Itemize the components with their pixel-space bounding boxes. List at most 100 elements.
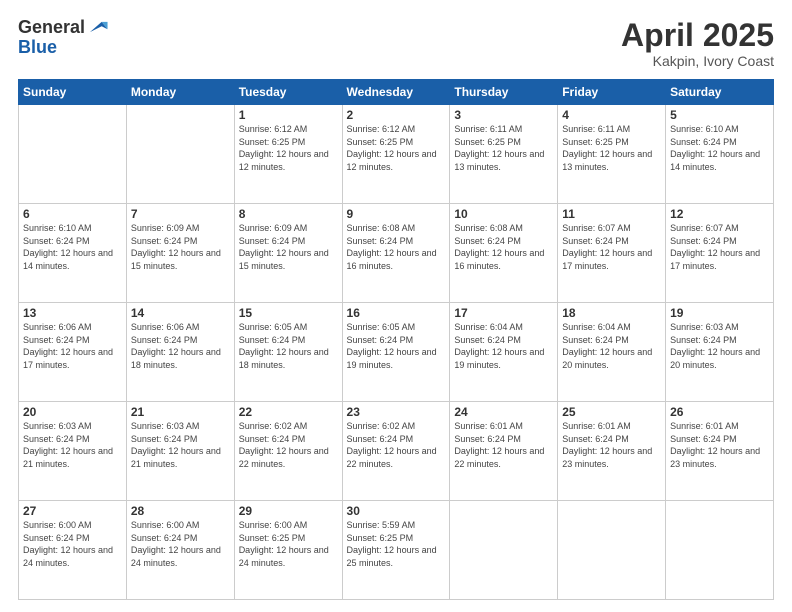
table-row: 18Sunrise: 6:04 AMSunset: 6:24 PMDayligh… <box>558 303 666 402</box>
day-info: Sunrise: 6:11 AMSunset: 6:25 PMDaylight:… <box>454 123 553 173</box>
day-info: Sunrise: 6:08 AMSunset: 6:24 PMDaylight:… <box>454 222 553 272</box>
day-info: Sunrise: 6:12 AMSunset: 6:25 PMDaylight:… <box>347 123 446 173</box>
day-info: Sunrise: 6:07 AMSunset: 6:24 PMDaylight:… <box>670 222 769 272</box>
logo-text: General Blue <box>18 18 109 58</box>
table-row: 3Sunrise: 6:11 AMSunset: 6:25 PMDaylight… <box>450 105 558 204</box>
day-info: Sunrise: 5:59 AMSunset: 6:25 PMDaylight:… <box>347 519 446 569</box>
day-info: Sunrise: 6:10 AMSunset: 6:24 PMDaylight:… <box>670 123 769 173</box>
day-number: 29 <box>239 504 338 518</box>
calendar-week-3: 20 Sunrise: 6:03 AMSunset: 6:24 PMDayligh… <box>19 402 774 501</box>
logo-general: General <box>18 18 85 38</box>
table-row: 12Sunrise: 6:07 AMSunset: 6:24 PMDayligh… <box>666 204 774 303</box>
table-row: 29Sunrise: 6:00 AMSunset: 6:25 PMDayligh… <box>234 501 342 600</box>
day-info: Sunrise: 6:03 AMSunset: 6:24 PMDaylight:… <box>131 420 230 470</box>
table-row: 14Sunrise: 6:06 AMSunset: 6:24 PMDayligh… <box>126 303 234 402</box>
table-row: 20Sunrise: 6:03 AMSunset: 6:24 PMDayligh… <box>19 402 127 501</box>
table-row: 25Sunrise: 6:01 AMSunset: 6:24 PMDayligh… <box>558 402 666 501</box>
day-number: 15 <box>239 306 338 320</box>
calendar-table: Sunday Monday Tuesday Wednesday Thursday… <box>18 79 774 600</box>
day-info: Sunrise: 6:00 AMSunset: 6:24 PMDaylight:… <box>23 519 122 569</box>
table-row: 23Sunrise: 6:02 AMSunset: 6:24 PMDayligh… <box>342 402 450 501</box>
day-info: Sunrise: 6:00 AMSunset: 6:24 PMDaylight:… <box>131 519 230 569</box>
table-row <box>666 501 774 600</box>
day-info: Sunrise: 6:05 AMSunset: 6:24 PMDaylight:… <box>239 321 338 371</box>
day-number: 23 <box>347 405 446 419</box>
table-row: 7Sunrise: 6:09 AMSunset: 6:24 PMDaylight… <box>126 204 234 303</box>
table-row: 24Sunrise: 6:01 AMSunset: 6:24 PMDayligh… <box>450 402 558 501</box>
day-number: 5 <box>670 108 769 122</box>
day-number: 10 <box>454 207 553 221</box>
day-number: 24 <box>454 405 553 419</box>
day-info: Sunrise: 6:05 AMSunset: 6:24 PMDaylight:… <box>347 321 446 371</box>
day-number: 17 <box>454 306 553 320</box>
day-info: Sunrise: 6:01 AMSunset: 6:24 PMDaylight:… <box>454 420 553 470</box>
table-row: 16Sunrise: 6:05 AMSunset: 6:24 PMDayligh… <box>342 303 450 402</box>
day-info: Sunrise: 6:10 AMSunset: 6:24 PMDaylight:… <box>23 222 122 272</box>
day-number: 2 <box>347 108 446 122</box>
table-row: 5Sunrise: 6:10 AMSunset: 6:24 PMDaylight… <box>666 105 774 204</box>
table-row: 28Sunrise: 6:00 AMSunset: 6:24 PMDayligh… <box>126 501 234 600</box>
table-row: 27Sunrise: 6:00 AMSunset: 6:24 PMDayligh… <box>19 501 127 600</box>
logo: General Blue <box>18 18 109 58</box>
day-number: 30 <box>347 504 446 518</box>
table-row: 17Sunrise: 6:04 AMSunset: 6:24 PMDayligh… <box>450 303 558 402</box>
table-row <box>558 501 666 600</box>
day-info: Sunrise: 6:00 AMSunset: 6:25 PMDaylight:… <box>239 519 338 569</box>
table-row: 11Sunrise: 6:07 AMSunset: 6:24 PMDayligh… <box>558 204 666 303</box>
calendar-header-row: Sunday Monday Tuesday Wednesday Thursday… <box>19 80 774 105</box>
table-row: 15Sunrise: 6:05 AMSunset: 6:24 PMDayligh… <box>234 303 342 402</box>
day-number: 8 <box>239 207 338 221</box>
table-row: 9Sunrise: 6:08 AMSunset: 6:24 PMDaylight… <box>342 204 450 303</box>
day-info: Sunrise: 6:11 AMSunset: 6:25 PMDaylight:… <box>562 123 661 173</box>
table-row: 4Sunrise: 6:11 AMSunset: 6:25 PMDaylight… <box>558 105 666 204</box>
table-row: 6Sunrise: 6:10 AMSunset: 6:24 PMDaylight… <box>19 204 127 303</box>
day-info: Sunrise: 6:01 AMSunset: 6:24 PMDaylight:… <box>562 420 661 470</box>
day-info: Sunrise: 6:02 AMSunset: 6:24 PMDaylight:… <box>347 420 446 470</box>
col-thursday: Thursday <box>450 80 558 105</box>
title-block: April 2025 Kakpin, Ivory Coast <box>621 18 774 69</box>
day-number: 22 <box>239 405 338 419</box>
col-friday: Friday <box>558 80 666 105</box>
day-number: 3 <box>454 108 553 122</box>
day-number: 25 <box>562 405 661 419</box>
day-info: Sunrise: 6:02 AMSunset: 6:24 PMDaylight:… <box>239 420 338 470</box>
table-row: 1Sunrise: 6:12 AMSunset: 6:25 PMDaylight… <box>234 105 342 204</box>
day-number: 1 <box>239 108 338 122</box>
day-number: 9 <box>347 207 446 221</box>
table-row <box>450 501 558 600</box>
col-tuesday: Tuesday <box>234 80 342 105</box>
col-sunday: Sunday <box>19 80 127 105</box>
day-info: Sunrise: 6:08 AMSunset: 6:24 PMDaylight:… <box>347 222 446 272</box>
table-row: 10Sunrise: 6:08 AMSunset: 6:24 PMDayligh… <box>450 204 558 303</box>
calendar-week-4: 27Sunrise: 6:00 AMSunset: 6:24 PMDayligh… <box>19 501 774 600</box>
day-info: Sunrise: 6:06 AMSunset: 6:24 PMDaylight:… <box>23 321 122 371</box>
table-row: 22Sunrise: 6:02 AMSunset: 6:24 PMDayligh… <box>234 402 342 501</box>
calendar-week-1: 6Sunrise: 6:10 AMSunset: 6:24 PMDaylight… <box>19 204 774 303</box>
day-number: 20 <box>23 405 122 419</box>
day-number: 4 <box>562 108 661 122</box>
day-info: Sunrise: 6:03 AMSunset: 6:24 PMDaylight:… <box>670 321 769 371</box>
day-number: 14 <box>131 306 230 320</box>
table-row: 21Sunrise: 6:03 AMSunset: 6:24 PMDayligh… <box>126 402 234 501</box>
day-number: 26 <box>670 405 769 419</box>
day-number: 12 <box>670 207 769 221</box>
col-monday: Monday <box>126 80 234 105</box>
header: General Blue April 2025 Kakpin, Ivory Co… <box>18 18 774 69</box>
day-number: 19 <box>670 306 769 320</box>
col-saturday: Saturday <box>666 80 774 105</box>
day-number: 18 <box>562 306 661 320</box>
day-number: 27 <box>23 504 122 518</box>
month-title: April 2025 <box>621 18 774 53</box>
day-info: Sunrise: 6:06 AMSunset: 6:24 PMDaylight:… <box>131 321 230 371</box>
table-row: 2Sunrise: 6:12 AMSunset: 6:25 PMDaylight… <box>342 105 450 204</box>
day-number: 6 <box>23 207 122 221</box>
day-info: Sunrise: 6:09 AMSunset: 6:24 PMDaylight:… <box>131 222 230 272</box>
day-info: Sunrise: 6:07 AMSunset: 6:24 PMDaylight:… <box>562 222 661 272</box>
table-row: 26Sunrise: 6:01 AMSunset: 6:24 PMDayligh… <box>666 402 774 501</box>
logo-icon <box>87 16 109 38</box>
day-info: Sunrise: 6:01 AMSunset: 6:24 PMDaylight:… <box>670 420 769 470</box>
table-row: 13Sunrise: 6:06 AMSunset: 6:24 PMDayligh… <box>19 303 127 402</box>
day-info: Sunrise: 6:12 AMSunset: 6:25 PMDaylight:… <box>239 123 338 173</box>
day-number: 7 <box>131 207 230 221</box>
col-wednesday: Wednesday <box>342 80 450 105</box>
